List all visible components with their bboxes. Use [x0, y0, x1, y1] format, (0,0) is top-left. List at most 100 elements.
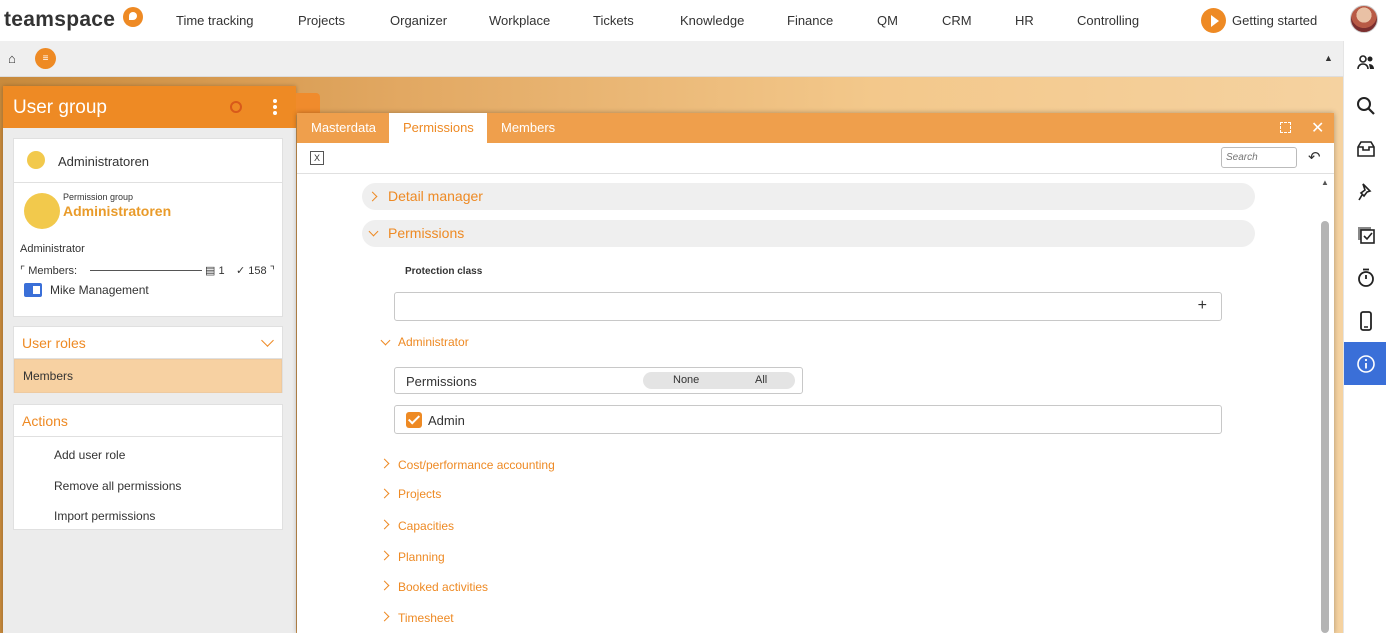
member-item[interactable]: Mike Management: [24, 283, 149, 297]
permission-group-name[interactable]: Administratoren: [63, 203, 171, 219]
nav-hr[interactable]: HR: [1015, 13, 1034, 28]
top-navigation: teamspace Time tracking Projects Organiz…: [0, 0, 1343, 41]
members-check-value: 158: [248, 265, 267, 277]
info-icon[interactable]: [1344, 342, 1386, 385]
people-icon[interactable]: [1344, 41, 1386, 84]
scrollbar[interactable]: ▲: [1318, 176, 1330, 633]
admin-label: Admin: [428, 413, 465, 428]
collapse-up-icon[interactable]: ▲: [1324, 53, 1333, 63]
planning-subsection[interactable]: Planning: [398, 550, 445, 564]
add-user-role-action[interactable]: Add user role: [54, 448, 125, 462]
close-icon[interactable]: ✕: [1311, 118, 1324, 138]
more-options-icon[interactable]: [273, 99, 277, 115]
administrator-text: Administrator: [20, 243, 85, 255]
excel-export-icon[interactable]: X: [310, 151, 324, 165]
import-permissions-action[interactable]: Import permissions: [54, 509, 155, 523]
getting-started-button[interactable]: Getting started: [1201, 8, 1317, 33]
undo-icon[interactable]: ↶: [1308, 148, 1321, 166]
permissions-section-label: Permissions: [388, 225, 465, 241]
tab-permissions[interactable]: Permissions: [389, 113, 487, 143]
members-role-item[interactable]: Members: [14, 359, 282, 393]
mobile-icon[interactable]: [1344, 299, 1386, 342]
tab-members[interactable]: Members: [487, 113, 569, 143]
timesheet-subsection[interactable]: Timesheet: [398, 611, 454, 625]
tab-masterdata[interactable]: Masterdata: [297, 113, 390, 143]
group-info-card: Administratoren Permission group Adminis…: [13, 138, 283, 317]
nav-workplace[interactable]: Workplace: [489, 13, 550, 28]
member-name: Mike Management: [50, 283, 149, 297]
members-summary: ⌜ Members: ▤ 1 ✓ 158 ⌝: [20, 264, 280, 277]
projects-subsection[interactable]: Projects: [398, 487, 441, 501]
chevron-right-icon[interactable]: [379, 488, 390, 499]
nav-organizer[interactable]: Organizer: [390, 13, 447, 28]
actions-title: Actions: [22, 413, 68, 429]
chevron-right-icon[interactable]: [379, 550, 390, 561]
all-option[interactable]: All: [755, 374, 767, 386]
actions-card: Actions Add user role Remove all permiss…: [13, 404, 283, 530]
admin-permission-row: Admin: [394, 405, 1222, 434]
play-icon: [1201, 8, 1226, 33]
chevron-right-icon[interactable]: [379, 458, 390, 469]
task-check-icon[interactable]: [1344, 213, 1386, 256]
getting-started-label: Getting started: [1232, 13, 1318, 28]
admin-checkbox[interactable]: [406, 412, 422, 428]
home-icon[interactable]: ⌂: [8, 51, 16, 66]
chevron-right-icon[interactable]: [379, 519, 390, 530]
nav-projects[interactable]: Projects: [298, 13, 345, 28]
chevron-down-icon[interactable]: [261, 334, 274, 347]
members-label: Members:: [28, 265, 78, 277]
user-roles-card: User roles Members: [13, 326, 283, 393]
nav-crm[interactable]: CRM: [942, 13, 972, 28]
permission-group-icon: [24, 193, 60, 229]
search-input[interactable]: [1221, 147, 1297, 168]
contact-card-icon: [24, 283, 42, 297]
nav-qm[interactable]: QM: [877, 13, 898, 28]
permissions-row-label: Permissions: [406, 374, 477, 389]
user-group-panel: User group Administratoren Permission gr…: [3, 86, 296, 633]
scroll-thumb[interactable]: [1321, 221, 1329, 633]
power-icon[interactable]: [230, 101, 242, 113]
nav-tickets[interactable]: Tickets: [593, 13, 634, 28]
permissions-window: Masterdata Permissions Members ✕ X ↶ ▲ D…: [297, 113, 1334, 633]
user-roles-header[interactable]: User roles: [14, 327, 282, 359]
nav-controlling[interactable]: Controlling: [1077, 13, 1139, 28]
nav-finance[interactable]: Finance: [787, 13, 833, 28]
breadcrumb-bar: ⌂ ≡ ▲: [0, 41, 1343, 77]
menu-toggle-button[interactable]: ≡: [35, 48, 56, 69]
chevron-right-icon[interactable]: [379, 611, 390, 622]
nav-time-tracking[interactable]: Time tracking: [176, 13, 254, 28]
none-option[interactable]: None: [673, 374, 699, 386]
maximize-icon[interactable]: [1280, 122, 1291, 133]
panel-title: User group: [13, 97, 107, 118]
scroll-up-icon[interactable]: ▲: [1321, 178, 1329, 187]
window-tab-stub[interactable]: [296, 93, 320, 115]
protection-class-label: Protection class: [405, 266, 483, 277]
capacities-subsection[interactable]: Capacities: [398, 519, 454, 533]
stopwatch-icon[interactable]: [1344, 256, 1386, 299]
plus-icon[interactable]: +: [1198, 297, 1207, 315]
nav-knowledge[interactable]: Knowledge: [680, 13, 744, 28]
search-icon[interactable]: [1344, 84, 1386, 127]
chevron-down-icon[interactable]: [380, 335, 391, 346]
group-name: Administratoren: [58, 154, 150, 169]
none-all-toggle[interactable]: None All: [643, 372, 795, 389]
cost-performance-accounting-subsection[interactable]: Cost/performance accounting: [398, 458, 555, 472]
permissions-section[interactable]: Permissions: [362, 220, 1255, 247]
detail-manager-label: Detail manager: [388, 188, 483, 204]
detail-manager-section[interactable]: Detail manager: [362, 183, 1255, 210]
members-divider: [90, 270, 202, 271]
chevron-right-icon: [367, 191, 378, 202]
administrator-subsection[interactable]: Administrator: [398, 335, 469, 349]
chevron-right-icon[interactable]: [379, 580, 390, 591]
pin-icon[interactable]: [1344, 170, 1386, 213]
protection-class-field[interactable]: +: [394, 292, 1222, 321]
booked-activities-subsection[interactable]: Booked activities: [398, 580, 488, 594]
window-toolbar: X ↶: [297, 143, 1334, 174]
user-avatar[interactable]: [1350, 5, 1378, 33]
members-label-prefix: ⌜: [20, 265, 26, 277]
remove-all-permissions-action[interactable]: Remove all permissions: [54, 479, 181, 493]
permissions-row: Permissions None All: [394, 367, 803, 394]
teamspace-logo[interactable]: teamspace: [4, 8, 115, 32]
group-icon: [27, 151, 45, 169]
inbox-icon[interactable]: [1344, 127, 1386, 170]
